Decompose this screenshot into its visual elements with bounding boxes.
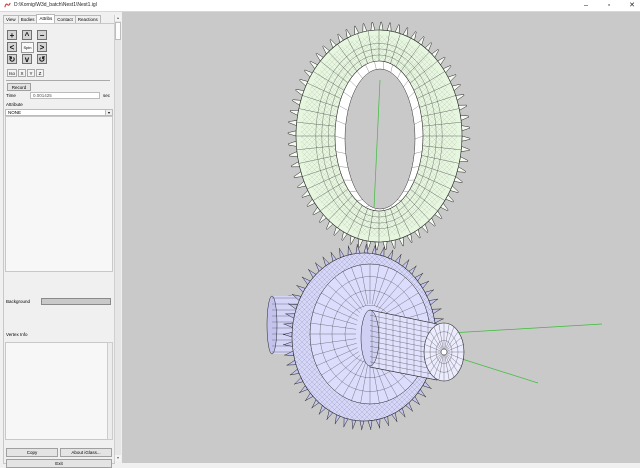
maximize-button[interactable]: ▫ [601,0,617,11]
spin-toggle[interactable]: Spin [21,42,34,53]
view-z-button[interactable]: Z [36,69,44,77]
tab-view[interactable]: View [3,15,19,23]
tab-contact[interactable]: Contact [54,15,76,23]
upper-gear[interactable] [288,22,470,250]
vertex-info-label: Vertex Info [6,332,28,337]
gear-mesh-render[interactable] [122,12,640,463]
background-label: Background [6,299,30,304]
time-label: Time [6,93,16,98]
zoom-out-button[interactable]: − [37,30,47,40]
pan-up-button[interactable]: ^ [22,30,32,40]
attribute-label: Attribute [6,102,23,107]
rotate-cw-button[interactable]: ↻ [7,54,17,64]
view-x-button[interactable]: X [18,69,26,77]
tab-bodies[interactable]: Bodies [18,15,38,23]
scroll-up-icon[interactable]: ▴ [115,15,121,21]
control-panel: View Bodies Attribs Contact Reactions + … [0,12,121,463]
divider [6,80,110,81]
view-y-button[interactable]: Y [27,69,35,77]
attribute-select[interactable]: NONE ▾ [5,109,113,116]
tab-attribs[interactable]: Attribs [36,14,55,23]
3d-viewport[interactable] [122,12,640,463]
about-button[interactable]: About iGlass... [60,448,112,457]
attribute-selected: NONE [8,110,21,115]
copy-button[interactable]: Copy [6,448,58,457]
x-axis-line [434,324,602,334]
time-unit: sec [103,93,110,98]
tab-body: + ^ − < Spin > ↻ v ↺ Iso X Y Z Record Ti… [3,23,115,464]
attribute-list[interactable] [5,116,113,272]
background-color-swatch[interactable] [41,298,111,305]
tab-strip: View Bodies Attribs Contact Reactions [3,15,100,23]
minimize-button[interactable]: – [578,0,594,11]
scroll-thumb[interactable] [115,22,121,40]
rotate-ccw-button[interactable]: ↺ [37,54,47,64]
app-logo-icon [4,2,11,9]
exit-button[interactable]: Exit [6,459,112,468]
pan-down-button[interactable]: v [22,54,32,64]
dropdown-arrow-icon[interactable]: ▾ [105,110,112,115]
close-button[interactable]: ✕ [624,0,640,11]
view-iso-button[interactable]: Iso [7,69,17,77]
pan-right-button[interactable]: > [37,42,47,52]
title-bar: D:\Kornig\W3d_batch\Nest1\Nest1.igl – ▫ … [0,0,640,12]
tab-reactions[interactable]: Reactions [75,15,101,23]
time-field[interactable]: 0.001425 [30,92,100,99]
vertex-info-scrollbar[interactable] [107,342,113,440]
lower-gear[interactable] [267,244,464,430]
pan-left-button[interactable]: < [7,42,17,52]
vertex-info-box [5,342,108,440]
scroll-down-icon[interactable]: ▾ [115,455,121,461]
window-title: D:\Kornig\W3d_batch\Nest1\Nest1.igl [14,2,97,8]
panel-scrollbar[interactable]: ▴ ▾ [114,15,121,461]
zoom-in-button[interactable]: + [7,30,17,40]
record-button[interactable]: Record [7,83,31,91]
